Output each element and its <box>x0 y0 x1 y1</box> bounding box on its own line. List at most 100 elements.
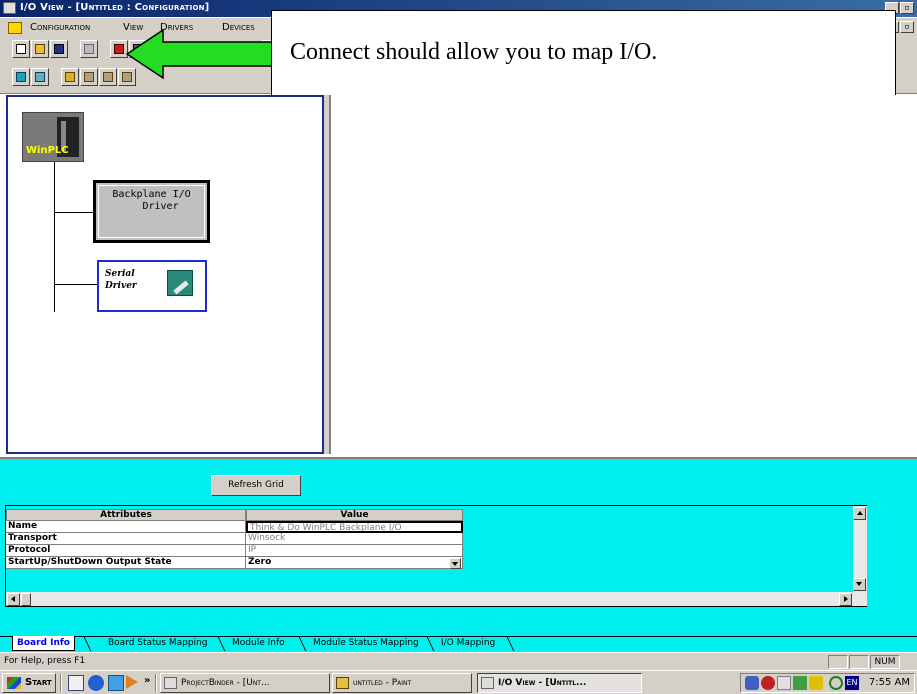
floppy-disk-icon <box>54 44 64 54</box>
tree-connector <box>54 284 97 285</box>
antivirus-icon[interactable] <box>761 676 775 690</box>
grid-row-attribute: Transport <box>6 533 246 545</box>
dropdown-button[interactable] <box>449 558 461 569</box>
attributes-grid: Attributes Value Name Think & Do WinPLC … <box>5 505 867 607</box>
print-button[interactable] <box>80 40 98 58</box>
doc-restore-button[interactable]: ▫ <box>900 21 914 33</box>
windows-logo-icon <box>7 677 21 689</box>
scroll-right-icon <box>844 596 848 602</box>
display-icon[interactable] <box>793 676 807 690</box>
menu-configuration[interactable]: Configuration <box>30 22 90 33</box>
serial-driver-label: Serial Driver <box>105 269 137 291</box>
system-tray: EN 7:55 AM <box>740 673 915 693</box>
content-pane[interactable] <box>329 95 917 454</box>
arrow-left-icon <box>125 28 274 80</box>
connection-icon[interactable] <box>829 676 843 690</box>
taskbar: Start » ProjectBinder - [Unt... untitled… <box>0 670 917 694</box>
status-panel-caps <box>828 655 848 669</box>
clock[interactable]: 7:55 AM <box>869 677 910 688</box>
tab-module-status-mapping[interactable]: Module Status Mapping <box>309 636 423 651</box>
remove-driver-button[interactable] <box>31 68 49 86</box>
scroll-left-icon <box>11 596 15 602</box>
scroll-right-button[interactable] <box>839 593 852 606</box>
grid-header-value[interactable]: Value <box>246 509 463 521</box>
grid-horizontal-scrollbar[interactable] <box>6 592 867 606</box>
task-io-view[interactable]: I/O View - [Untitl... <box>477 673 642 693</box>
show-desktop-icon[interactable] <box>68 675 84 691</box>
winplc-label: WinPLC <box>26 145 69 156</box>
printer-icon <box>84 44 94 54</box>
tree-connector <box>54 162 55 312</box>
properties-panel: Refresh Grid Attributes Value Name Think… <box>0 457 917 638</box>
tab-board-status-mapping[interactable]: Board Status Mapping <box>104 636 211 651</box>
scroll-up-button[interactable] <box>853 507 866 520</box>
device-icon-2 <box>84 72 94 82</box>
tab-io-mapping[interactable]: I/O Mapping <box>437 636 499 651</box>
grid-header-attributes[interactable]: Attributes <box>6 509 246 521</box>
winplc-node[interactable]: WinPLC <box>22 112 84 162</box>
driver-icon <box>16 72 26 82</box>
callout-text: Connect should allow you to map I/O. <box>290 39 658 65</box>
backplane-driver-node[interactable]: Backplane I/O Driver <box>93 180 210 243</box>
property-tabs: Board Info Board Status Mapping Module I… <box>0 636 917 652</box>
refresh-grid-button[interactable]: Refresh Grid <box>211 475 301 496</box>
scroll-up-icon <box>857 511 863 515</box>
serial-driver-node[interactable]: Serial Driver <box>97 260 207 312</box>
volume-icon[interactable] <box>777 676 791 690</box>
connect-icon <box>114 44 124 54</box>
taskbar-divider <box>60 674 62 692</box>
quicklaunch-chevron[interactable]: » <box>144 675 150 686</box>
status-num-indicator: NUM <box>870 655 900 669</box>
scroll-thumb[interactable] <box>21 593 31 606</box>
language-indicator[interactable]: EN <box>845 676 859 690</box>
grid-row-value[interactable]: IP <box>246 545 463 557</box>
add-device-button[interactable] <box>61 68 79 86</box>
app-icon[interactable] <box>3 2 16 14</box>
status-bar: For Help, press F1 NUM <box>0 652 917 670</box>
grid-row-attribute: Name <box>6 521 246 533</box>
output-state-select[interactable]: Zero <box>246 557 463 569</box>
status-panel-blank <box>849 655 869 669</box>
maximize-button[interactable]: ▫ <box>900 2 914 14</box>
window-title: I/O View - [Untitled : Configuration] <box>20 2 210 13</box>
device-button-2[interactable] <box>80 68 98 86</box>
scroll-down-button[interactable] <box>853 578 866 591</box>
grid-row-value[interactable]: Think & Do WinPLC Backplane I/O <box>246 521 463 533</box>
tree-connector <box>54 212 93 213</box>
tab-board-info[interactable]: Board Info <box>12 636 75 651</box>
start-button[interactable]: Start <box>2 673 56 693</box>
grid-row-value[interactable]: Winsock <box>246 533 463 545</box>
device-icon <box>65 72 75 82</box>
network-icon[interactable] <box>745 676 759 690</box>
media-player-icon[interactable] <box>126 675 138 689</box>
device-icon-3 <box>103 72 113 82</box>
new-file-icon <box>16 44 26 54</box>
task-paint[interactable]: untitled - Paint <box>332 673 472 693</box>
projectbinder-icon <box>164 677 177 689</box>
add-driver-button[interactable] <box>12 68 30 86</box>
new-button[interactable] <box>12 40 30 58</box>
tab-module-info[interactable]: Module Info <box>228 636 289 651</box>
tray-utility-icon[interactable] <box>809 676 823 690</box>
scroll-left-button[interactable] <box>7 593 20 606</box>
task-projectbinder[interactable]: ProjectBinder - [Unt... <box>160 673 330 693</box>
remove-driver-icon <box>35 72 45 82</box>
document-icon[interactable] <box>8 22 22 34</box>
tree-pane[interactable]: WinPLC Backplane I/O Driver Serial Drive… <box>6 95 324 454</box>
status-help-text: For Help, press F1 <box>4 656 86 666</box>
scroll-down-icon <box>856 582 862 586</box>
grid-row-attribute: Protocol <box>6 545 246 557</box>
chevron-down-icon <box>452 562 458 566</box>
open-button[interactable] <box>31 40 49 58</box>
outlook-express-icon[interactable] <box>108 675 124 691</box>
internet-explorer-icon[interactable] <box>88 675 104 691</box>
save-button[interactable] <box>50 40 68 58</box>
callout-box: Connect should allow you to map I/O. <box>271 10 896 96</box>
device-button-3[interactable] <box>99 68 117 86</box>
backplane-driver-label: Backplane I/O Driver <box>112 189 191 212</box>
serial-cable-icon <box>167 270 193 296</box>
taskbar-divider <box>155 674 157 692</box>
open-folder-icon <box>35 44 45 54</box>
grid-row-attribute: StartUp/ShutDown Output State <box>6 557 246 569</box>
start-label: Start <box>25 677 52 688</box>
